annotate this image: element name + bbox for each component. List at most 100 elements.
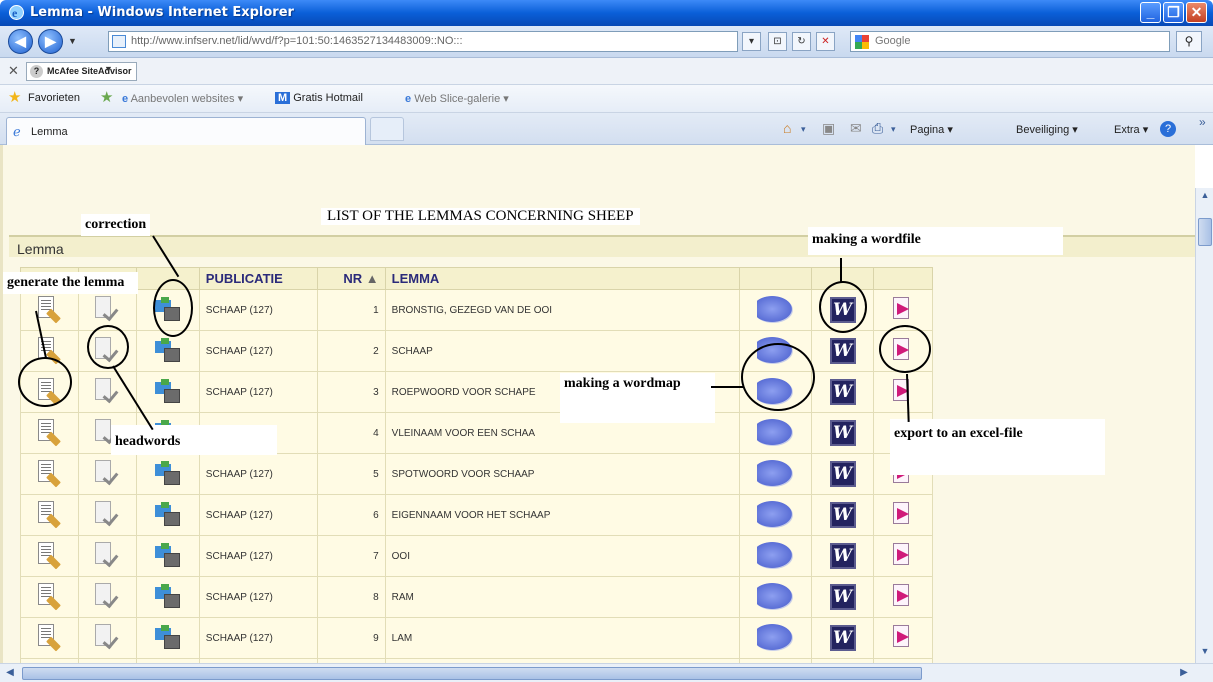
siteadvisor-button[interactable]: ? McAfee SiteAdvisor [26, 62, 137, 81]
excel-export-button[interactable] [873, 535, 933, 577]
extra-menu[interactable]: Extra ▾ [1114, 123, 1148, 136]
correction-icon [154, 583, 181, 608]
wordfile-button[interactable]: W [811, 412, 875, 454]
wordfile-button[interactable]: W [811, 371, 875, 413]
wordfile-button[interactable]: W [811, 330, 875, 372]
generate-lemma-button[interactable] [20, 617, 79, 659]
region-title: Lemma [17, 241, 64, 257]
annotation-excel: export to an excel-file [890, 419, 1105, 475]
stop-icon[interactable]: ✕ [816, 32, 835, 51]
col-lemma[interactable]: LEMMA [384, 267, 741, 290]
print-dropdown-icon[interactable]: ▾ [891, 124, 896, 135]
wordfile-button[interactable]: W [811, 535, 875, 577]
wordmap-button[interactable] [739, 535, 813, 577]
favorites-button[interactable]: Favorieten [28, 92, 80, 104]
wordmap-button[interactable] [739, 576, 813, 618]
wordmap-button[interactable] [739, 289, 813, 331]
excel-export-button[interactable] [873, 617, 933, 659]
excel-export-icon [893, 542, 913, 567]
url-field[interactable]: http://www.infserv.net/lid/wvd/f?p=101:5… [108, 31, 738, 52]
table-row: SCHAAP (127) 5 SPOTWOORD VOOR SCHAAP W [20, 453, 933, 495]
excel-export-button[interactable] [873, 371, 933, 413]
wordfile-button[interactable]: W [811, 453, 875, 495]
generate-lemma-button[interactable] [20, 494, 79, 536]
excel-export-icon [893, 583, 913, 608]
headwords-button[interactable] [77, 494, 137, 536]
wordfile-button[interactable]: W [811, 617, 875, 659]
headwords-button[interactable] [77, 617, 137, 659]
search-input[interactable]: Google [850, 31, 1170, 52]
wordmap-button[interactable] [739, 453, 813, 495]
scroll-right-icon[interactable]: ▶ [1177, 667, 1191, 680]
fav-link-webslice[interactable]: e Web Slice-galerie ▾ [405, 92, 509, 105]
print-icon[interactable]: ⎙ [872, 120, 883, 137]
col-nr[interactable]: NR ▲ [316, 267, 386, 290]
generate-lemma-button[interactable] [20, 535, 79, 577]
more-commands-icon[interactable]: » [1199, 115, 1206, 129]
siteadvisor-dropdown-icon[interactable]: ▼ [104, 64, 113, 74]
headwords-button[interactable] [77, 453, 137, 495]
new-tab-button[interactable] [370, 117, 404, 141]
word-icon: W [829, 502, 856, 528]
headwords-button[interactable] [77, 535, 137, 577]
generate-lemma-button[interactable] [20, 289, 79, 331]
horizontal-scroll-thumb[interactable] [22, 667, 922, 680]
headwords-button[interactable] [77, 576, 137, 618]
excel-export-button[interactable] [873, 576, 933, 618]
col-publicatie[interactable]: PUBLICATIE [198, 267, 318, 290]
wordfile-button[interactable]: W [811, 494, 875, 536]
cell-lemma: LAM [384, 617, 741, 659]
excel-export-button[interactable] [873, 494, 933, 536]
wordmap-button[interactable] [739, 617, 813, 659]
wordmap-button[interactable] [739, 412, 813, 454]
tab-lemma[interactable]: ℯ Lemma [6, 117, 366, 145]
forward-button[interactable]: ▶ [38, 29, 63, 54]
search-placeholder: Google [875, 35, 911, 47]
home-icon[interactable]: ⌂ [783, 120, 791, 136]
refresh-icon[interactable]: ↻ [792, 32, 811, 51]
correction-button[interactable] [135, 576, 200, 618]
home-dropdown-icon[interactable]: ▾ [801, 124, 806, 135]
scroll-left-icon[interactable]: ◀ [3, 667, 17, 680]
feeds-icon[interactable]: ▣ [822, 120, 835, 137]
security-menu[interactable]: Beveiliging ▾ [1016, 123, 1078, 136]
maximize-button[interactable]: ❐ [1163, 2, 1184, 23]
url-dropdown-button[interactable]: ▾ [742, 32, 761, 51]
close-window-button[interactable]: ✕ [1186, 2, 1207, 23]
fav-link-hotmail[interactable]: M Gratis Hotmail [275, 92, 363, 104]
add-favorite-icon[interactable]: ★ [100, 88, 113, 106]
word-icon: W [829, 625, 856, 651]
horizontal-scrollbar[interactable]: ◀ ▶ [0, 663, 1213, 682]
scroll-up-icon[interactable]: ▲ [1198, 190, 1212, 204]
generate-lemma-button[interactable] [20, 453, 79, 495]
generate-lemma-button[interactable] [20, 412, 79, 454]
headwords-icon [95, 295, 119, 322]
compatibility-icon[interactable]: ⊡ [768, 32, 787, 51]
correction-button[interactable] [135, 617, 200, 659]
generate-lemma-button[interactable] [20, 576, 79, 618]
search-button[interactable]: ⚲ [1176, 31, 1202, 52]
mail-icon[interactable]: ✉ [850, 120, 862, 137]
wordfile-button[interactable]: W [811, 576, 875, 618]
help-menu-icon[interactable]: ? [1160, 121, 1176, 137]
scroll-down-icon[interactable]: ▼ [1198, 646, 1212, 660]
fav-link-aanbevolen[interactable]: e Aanbevolen websites ▾ [122, 92, 243, 105]
generate-lemma-icon [38, 541, 62, 569]
correction-button[interactable] [135, 371, 200, 413]
vertical-scroll-thumb[interactable] [1198, 218, 1212, 246]
correction-button[interactable] [135, 494, 200, 536]
siteadvisor-toolbar: ✕ ? McAfee SiteAdvisor ▼ [0, 58, 1213, 85]
close-toolbar-icon[interactable]: ✕ [8, 63, 19, 79]
minimize-button[interactable]: _ [1140, 2, 1161, 23]
history-dropdown-icon[interactable]: ▼ [68, 36, 77, 46]
correction-button[interactable] [135, 453, 200, 495]
back-button[interactable]: ◀ [8, 29, 33, 54]
word-icon: W [829, 543, 856, 569]
vertical-scrollbar[interactable]: ▲ ▼ [1195, 188, 1213, 663]
page-menu[interactable]: Pagina ▾ [910, 123, 953, 136]
cell-nr: 5 [316, 453, 386, 495]
tab-label: Lemma [31, 126, 68, 138]
wordmap-button[interactable] [739, 494, 813, 536]
correction-button[interactable] [135, 535, 200, 577]
correction-button[interactable] [135, 330, 200, 372]
